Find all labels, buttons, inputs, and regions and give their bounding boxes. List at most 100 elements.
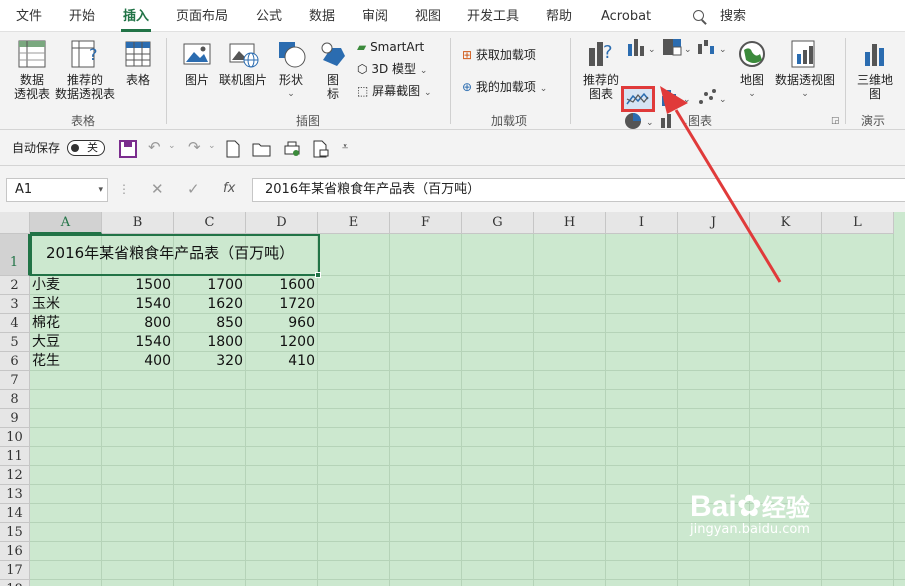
row-header[interactable]: 18: [0, 580, 30, 586]
waterfall-chart-icon[interactable]: ⌄: [695, 36, 729, 58]
tab-view[interactable]: 视图: [415, 8, 441, 26]
value-cell[interactable]: 1540: [102, 333, 171, 352]
row-header[interactable]: 5: [0, 333, 30, 352]
column-header[interactable]: G: [462, 212, 534, 234]
value-cell[interactable]: 1500: [102, 276, 171, 295]
tab-insert[interactable]: 插入: [120, 8, 152, 32]
value-cell[interactable]: 400: [102, 352, 171, 371]
get-addins-button[interactable]: ⊞ 获取加载项: [462, 46, 536, 64]
value-cell[interactable]: 1700: [174, 276, 243, 295]
row-header[interactable]: 13: [0, 485, 30, 504]
column-header[interactable]: F: [390, 212, 462, 234]
maps-button[interactable]: 地图 ⌄: [735, 38, 769, 101]
row-label-cell[interactable]: 小麦: [32, 276, 60, 295]
chevron-down-icon[interactable]: ▾: [98, 179, 103, 201]
column-header[interactable]: L: [822, 212, 894, 234]
row-header[interactable]: 11: [0, 447, 30, 466]
column-header[interactable]: J: [678, 212, 750, 234]
scatter-chart-icon[interactable]: ⌄: [695, 86, 729, 110]
column-header[interactable]: D: [246, 212, 318, 234]
my-addins-button[interactable]: ⊕ 我的加载项 ⌄: [462, 78, 547, 96]
3d-map-button[interactable]: 三维地 图: [852, 38, 898, 101]
chevron-down-icon[interactable]: ⌄: [168, 141, 176, 151]
online-pictures-button[interactable]: 联机图片: [216, 38, 270, 87]
undo-icon[interactable]: ↶: [148, 138, 161, 156]
hierarchy-chart-icon[interactable]: ⌄: [659, 36, 693, 58]
search-label[interactable]: 搜索: [720, 8, 746, 26]
search-icon[interactable]: [693, 10, 704, 21]
new-file-icon[interactable]: [226, 140, 240, 158]
table-button[interactable]: 表格: [119, 38, 157, 87]
autosave-toggle[interactable]: 关: [67, 140, 105, 156]
column-header[interactable]: I: [606, 212, 678, 234]
tab-formulas[interactable]: 公式: [256, 8, 282, 26]
tab-home[interactable]: 开始: [69, 8, 95, 26]
smartart-button[interactable]: ▰ SmartArt: [357, 38, 424, 56]
column-header[interactable]: E: [318, 212, 390, 234]
dialog-launcher-icon[interactable]: ◲: [831, 116, 840, 126]
value-cell[interactable]: 320: [174, 352, 243, 371]
print-preview-icon[interactable]: [283, 140, 301, 158]
column-chart-icon[interactable]: ⌄: [624, 36, 658, 58]
tab-acrobat[interactable]: Acrobat: [601, 8, 651, 26]
stat-chart-icon[interactable]: ⌄: [659, 86, 693, 110]
open-folder-icon[interactable]: [252, 141, 272, 157]
row-header[interactable]: 8: [0, 390, 30, 409]
row-label-cell[interactable]: 花生: [32, 352, 60, 371]
row-header[interactable]: 16: [0, 542, 30, 561]
row-header[interactable]: 17: [0, 561, 30, 580]
customize-qat-icon[interactable]: ⩡: [342, 140, 348, 154]
recommended-charts-button[interactable]: ? 推荐的 图表: [580, 38, 622, 101]
value-cell[interactable]: 1600: [246, 276, 315, 295]
pictures-button[interactable]: 图片: [178, 38, 216, 87]
value-cell[interactable]: 1540: [102, 295, 171, 314]
save-icon[interactable]: [119, 140, 137, 158]
row-header[interactable]: 10: [0, 428, 30, 447]
column-header[interactable]: C: [174, 212, 246, 234]
select-all-button[interactable]: [0, 212, 30, 234]
name-box[interactable]: A1 ▾: [6, 178, 108, 202]
row-label-cell[interactable]: 大豆: [32, 333, 60, 352]
screenshot-button[interactable]: ⬚ 屏幕截图 ⌄: [357, 82, 432, 100]
redo-icon[interactable]: ↷: [188, 138, 201, 156]
3d-model-button[interactable]: ⬡ 3D 模型 ⌄: [357, 60, 427, 78]
tab-data[interactable]: 数据: [309, 8, 335, 26]
fill-handle[interactable]: [315, 272, 321, 278]
quick-print-icon[interactable]: [312, 140, 330, 158]
row-label-cell[interactable]: 玉米: [32, 295, 60, 314]
line-chart-button[interactable]: [621, 86, 655, 112]
chevron-down-icon[interactable]: ⌄: [208, 141, 216, 151]
pivot-table-button[interactable]: 数据 透视表: [10, 38, 54, 101]
row-header[interactable]: 2: [0, 276, 30, 295]
value-cell[interactable]: 410: [246, 352, 315, 371]
value-cell[interactable]: 1800: [174, 333, 243, 352]
tab-help[interactable]: 帮助: [546, 8, 572, 26]
value-cell[interactable]: 960: [246, 314, 315, 333]
cancel-icon[interactable]: ✕: [151, 180, 164, 198]
recommended-pivot-button[interactable]: ? 推荐的 数据透视表: [54, 38, 116, 101]
row-header[interactable]: 1: [0, 234, 30, 276]
value-cell[interactable]: 1200: [246, 333, 315, 352]
column-header[interactable]: H: [534, 212, 606, 234]
column-header[interactable]: A: [30, 212, 102, 234]
row-label-cell[interactable]: 棉花: [32, 314, 60, 333]
value-cell[interactable]: 1720: [246, 295, 315, 314]
row-header[interactable]: 14: [0, 504, 30, 523]
value-cell[interactable]: 1620: [174, 295, 243, 314]
row-header[interactable]: 4: [0, 314, 30, 333]
formula-input[interactable]: 2016年某省粮食年产品表（百万吨）: [252, 178, 905, 202]
row-header[interactable]: 3: [0, 295, 30, 314]
row-header[interactable]: 7: [0, 371, 30, 390]
pivot-chart-button[interactable]: 数据透视图 ⌄: [772, 38, 838, 101]
column-header[interactable]: B: [102, 212, 174, 234]
tab-review[interactable]: 审阅: [362, 8, 388, 26]
value-cell[interactable]: 800: [102, 314, 171, 333]
row-header[interactable]: 9: [0, 409, 30, 428]
tab-file[interactable]: 文件: [16, 8, 42, 26]
enter-icon[interactable]: ✓: [187, 180, 200, 198]
insert-function-button[interactable]: fx: [223, 181, 235, 196]
tab-developer[interactable]: 开发工具: [467, 8, 519, 26]
icons-button[interactable]: 图 标: [316, 38, 350, 101]
value-cell[interactable]: 850: [174, 314, 243, 333]
tab-page-layout[interactable]: 页面布局: [176, 8, 228, 26]
